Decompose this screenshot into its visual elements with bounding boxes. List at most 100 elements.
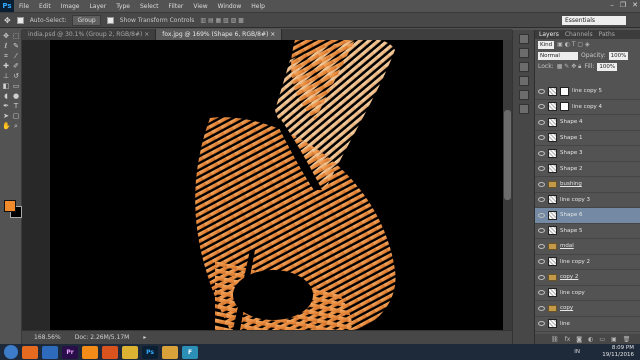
- swatches-panel-icon[interactable]: [519, 104, 529, 114]
- visibility-eye-icon[interactable]: [538, 181, 545, 187]
- visibility-eye-icon[interactable]: [538, 135, 545, 141]
- layer-row-selected[interactable]: Shape 6: [535, 208, 640, 224]
- fx-icon[interactable]: fx: [565, 336, 571, 343]
- visibility-eye-icon[interactable]: [538, 228, 545, 234]
- visibility-eye-icon[interactable]: [538, 166, 545, 172]
- visibility-eye-icon[interactable]: [538, 197, 545, 203]
- visibility-eye-icon[interactable]: [538, 150, 545, 156]
- healing-brush-icon[interactable]: ✚: [2, 62, 10, 70]
- gradient-tool-icon[interactable]: ▭: [12, 82, 20, 90]
- menu-type[interactable]: Type: [111, 3, 135, 10]
- visibility-eye-icon[interactable]: [538, 88, 545, 94]
- blur-tool-icon[interactable]: ◖: [2, 92, 10, 100]
- menu-help[interactable]: Help: [246, 3, 270, 10]
- layer-group-row[interactable]: copy 2: [535, 270, 640, 286]
- path-select-icon[interactable]: ➤: [2, 112, 10, 120]
- layer-group-row[interactable]: mdal: [535, 239, 640, 255]
- menu-file[interactable]: File: [14, 3, 34, 10]
- foreground-color-swatch[interactable]: [4, 200, 16, 212]
- fill-field[interactable]: 100%: [597, 62, 618, 71]
- filter-icons[interactable]: ▣ ◐ T ▢ ◈: [557, 41, 589, 48]
- premiere-icon[interactable]: Pr: [62, 345, 78, 359]
- restore-icon[interactable]: ❐: [620, 1, 626, 9]
- layer-row[interactable]: line copy 3: [535, 193, 640, 208]
- menu-filter[interactable]: Filter: [164, 3, 189, 10]
- layer-row[interactable]: line copy 2: [535, 255, 640, 270]
- hand-tool-icon[interactable]: ✋: [2, 122, 11, 130]
- layer-group-row[interactable]: copy: [535, 301, 640, 317]
- auto-select-checkbox[interactable]: [16, 16, 24, 24]
- brush-panel-icon[interactable]: [519, 90, 529, 100]
- workspace-select[interactable]: Essentials: [562, 16, 626, 25]
- dodge-tool-icon[interactable]: ●: [12, 92, 20, 100]
- tab-india[interactable]: india.psd @ 30.1% (Group 2, RGB/8#) ×: [22, 29, 157, 40]
- layer-group-row[interactable]: bushing: [535, 177, 640, 193]
- visibility-eye-icon[interactable]: [538, 321, 545, 327]
- type-tool-icon[interactable]: T: [12, 102, 20, 110]
- visibility-eye-icon[interactable]: [538, 104, 545, 110]
- scrollbar-thumb[interactable]: [504, 110, 511, 200]
- pen-tool-icon[interactable]: ✒: [2, 102, 10, 110]
- visibility-eye-icon[interactable]: [538, 119, 545, 125]
- adjustment-icon[interactable]: ◐: [588, 336, 593, 343]
- history-panel-icon[interactable]: [519, 34, 529, 44]
- layer-row[interactable]: line copy: [535, 286, 640, 301]
- mask-icon[interactable]: ◙: [576, 336, 582, 343]
- visibility-eye-icon[interactable]: [538, 305, 545, 311]
- menu-view[interactable]: View: [188, 3, 212, 10]
- menu-image[interactable]: Image: [56, 3, 85, 10]
- status-arrow-icon[interactable]: ▸: [143, 334, 146, 341]
- blend-mode-select[interactable]: Normal: [538, 51, 578, 60]
- menu-window[interactable]: Window: [213, 3, 247, 10]
- tab-layers[interactable]: Layers: [539, 30, 559, 39]
- close-icon[interactable]: ✕: [632, 1, 638, 9]
- layer-row[interactable]: Shape 5: [535, 224, 640, 239]
- start-button[interactable]: [4, 345, 18, 359]
- eraser-tool-icon[interactable]: ◧: [2, 82, 10, 90]
- paragraph-panel-icon[interactable]: [519, 76, 529, 86]
- menu-select[interactable]: Select: [135, 3, 164, 10]
- crop-tool-icon[interactable]: ⌗: [2, 52, 10, 60]
- layer-mask-thumbnail[interactable]: [560, 102, 569, 112]
- opacity-field[interactable]: 100%: [608, 51, 629, 60]
- trash-icon[interactable]: 🗑︎: [623, 336, 631, 343]
- move-tool-icon[interactable]: ✥: [2, 32, 10, 40]
- vlc-icon[interactable]: [82, 345, 98, 359]
- layer-row[interactable]: Shape 3: [535, 146, 640, 162]
- firefox-2-icon[interactable]: [102, 345, 118, 359]
- visibility-eye-icon[interactable]: [538, 212, 545, 218]
- layer-row[interactable]: Shape 4: [535, 115, 640, 131]
- chrome-icon[interactable]: [122, 345, 138, 359]
- show-transform-checkbox[interactable]: [106, 16, 114, 24]
- document-canvas[interactable]: [50, 40, 520, 330]
- visibility-eye-icon[interactable]: [538, 243, 545, 249]
- vertical-scrollbar[interactable]: [503, 40, 512, 330]
- tab-channels[interactable]: Channels: [565, 30, 593, 39]
- kind-filter[interactable]: Kind: [538, 40, 555, 49]
- layer-row[interactable]: line copy 5: [535, 84, 640, 100]
- clone-stamp-icon[interactable]: ⊥: [2, 72, 10, 80]
- history-brush-icon[interactable]: ↺: [12, 72, 20, 80]
- visibility-eye-icon[interactable]: [538, 290, 545, 296]
- lock-icons[interactable]: ▦ ✎ ✥ 🔒︎: [557, 63, 582, 71]
- figma-taskbar-icon[interactable]: F: [182, 345, 198, 359]
- firefox-icon[interactable]: [22, 345, 38, 359]
- properties-panel-icon[interactable]: [519, 48, 529, 58]
- layer-row[interactable]: Shape 1: [535, 131, 640, 146]
- photoshop-taskbar-icon[interactable]: Ps: [142, 345, 158, 359]
- move-tool-icon[interactable]: ✥: [4, 16, 11, 25]
- menu-edit[interactable]: Edit: [34, 3, 56, 10]
- tab-fox[interactable]: fox.jpg @ 169% (Shape 6, RGB/8#) ×: [156, 29, 283, 40]
- layer-row[interactable]: Shape 2: [535, 162, 640, 177]
- folder-taskbar-icon[interactable]: [162, 345, 178, 359]
- zoom-level[interactable]: 168.56%: [34, 334, 61, 341]
- tab-paths[interactable]: Paths: [599, 30, 615, 39]
- quick-select-icon[interactable]: ✎: [12, 42, 20, 50]
- visibility-eye-icon[interactable]: [538, 259, 545, 265]
- group-icon[interactable]: ▭: [599, 336, 605, 343]
- system-clock[interactable]: 8:09 PM 19/11/2016: [602, 345, 634, 358]
- new-layer-icon[interactable]: ▣: [611, 336, 617, 343]
- zoom-tool-icon[interactable]: ⌕: [12, 122, 20, 130]
- marquee-tool-icon[interactable]: ⬚: [12, 32, 20, 40]
- minimize-icon[interactable]: –: [610, 1, 614, 9]
